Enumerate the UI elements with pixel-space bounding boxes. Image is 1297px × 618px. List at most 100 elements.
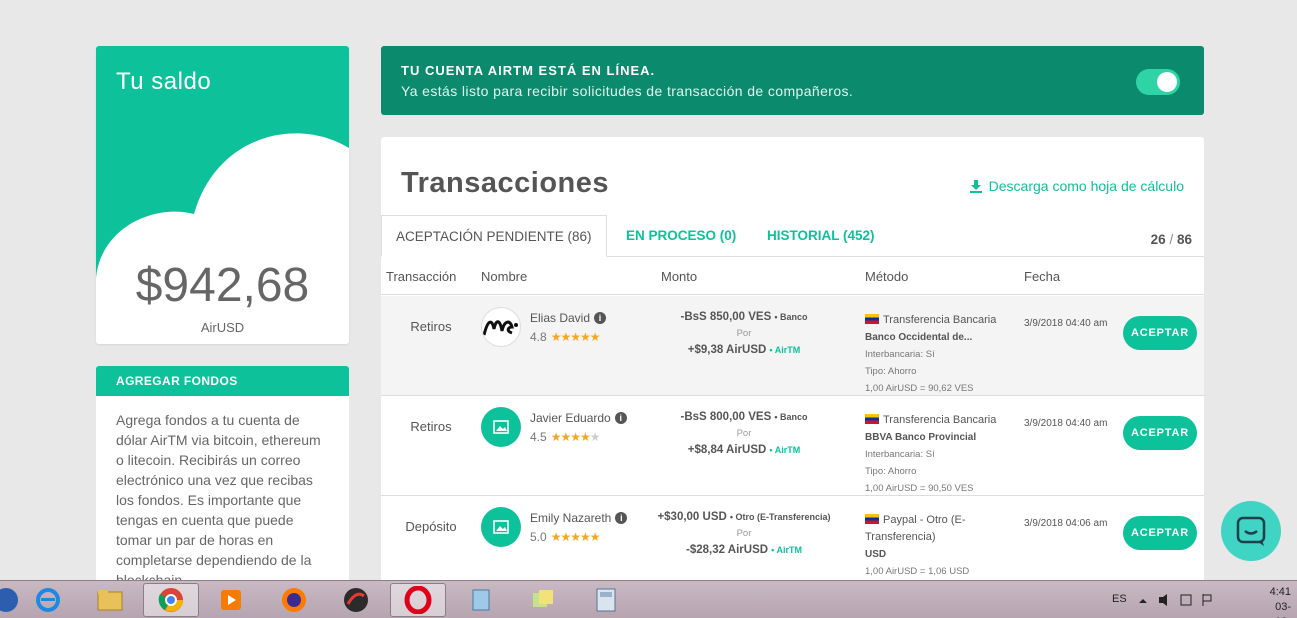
taskbar-firefox[interactable]	[266, 583, 322, 617]
folder-icon	[97, 590, 123, 611]
method-rate: 1,00 AirUSD = 90,50 VES	[865, 483, 974, 494]
method-rate: 1,00 AirUSD = 1,06 USD	[865, 566, 970, 577]
status-title: TU CUENTA AIRTM ESTÁ EN LÍNEA.	[401, 63, 656, 78]
venezuela-flag-icon	[865, 314, 879, 324]
clock-time: 4:41	[1269, 586, 1291, 598]
windows-taskbar: ES 4:41 03-09-18	[0, 580, 1297, 618]
col-name: Nombre	[481, 269, 528, 284]
taskbar-calculator[interactable]	[578, 583, 634, 617]
calculator-icon	[596, 588, 616, 612]
opera-icon	[404, 586, 432, 614]
taskbar-app-red[interactable]	[328, 583, 384, 617]
clock-date: 03-09-18	[1275, 601, 1291, 618]
amount-main-via: • Otro (E-Transferencia)	[729, 512, 831, 522]
online-toggle[interactable]	[1136, 69, 1180, 95]
balance-currency: AirUSD	[200, 320, 245, 335]
internet-explorer-icon	[36, 588, 60, 612]
tab-pending[interactable]: ACEPTACIÓN PENDIENTE (86)	[381, 215, 607, 257]
method-bank: Banco Occidental de...	[865, 332, 973, 343]
method-interbank: Interbancaria: Sí	[865, 349, 935, 360]
taskbar-chrome[interactable]	[143, 583, 199, 617]
tray-arrow-icon[interactable]	[1137, 593, 1237, 607]
rating-value: 4.5	[530, 430, 547, 444]
transaction-type: Retiros	[410, 419, 452, 434]
col-transaction: Transacción	[386, 269, 457, 284]
info-icon[interactable]: i	[615, 512, 628, 524]
avatar	[481, 507, 521, 547]
taskbar-opera[interactable]	[390, 583, 446, 617]
method-name: Transferencia Bancaria	[883, 314, 997, 326]
transaction-type: Retiros	[410, 319, 452, 334]
method-cell: Paypal - Otro (E-Transferencia) USD 1,00…	[865, 512, 1015, 580]
venezuela-flag-icon	[865, 414, 879, 424]
info-icon[interactable]: i	[614, 412, 627, 424]
user-name[interactable]: Javier Eduardo i	[530, 411, 627, 425]
method-rate: 1,00 AirUSD = 90,62 VES	[865, 383, 974, 394]
balance-title: Tu saldo	[116, 68, 212, 95]
user-name[interactable]: Emily Nazareth i	[530, 511, 628, 525]
app-icon	[344, 588, 368, 612]
status-subtitle: Ya estás listo para recibir solicitudes …	[401, 83, 854, 99]
sticky-notes-icon	[533, 590, 553, 607]
taskbar-media-player[interactable]	[203, 583, 259, 617]
page-current: 26	[1150, 232, 1166, 247]
transactions-title: Transacciones	[401, 167, 609, 199]
chat-button[interactable]	[1221, 501, 1281, 561]
amount-main: -BsS 800,00 VES	[680, 411, 772, 423]
tab-in-process[interactable]: EN PROCESO (0)	[626, 215, 736, 257]
page-counter: 26 / 86	[1151, 232, 1192, 247]
col-method: Método	[865, 269, 909, 284]
accept-button[interactable]: ACEPTAR	[1123, 516, 1197, 550]
taskbar-ie[interactable]	[20, 583, 76, 617]
rating-value: 5.0	[530, 530, 547, 544]
amount-cell: +$30,00 USD • Otro (E-Transferencia) Por…	[639, 509, 849, 558]
media-player-icon	[221, 590, 241, 610]
download-icon	[969, 180, 982, 193]
avatar	[481, 307, 521, 347]
page-separator: /	[1169, 232, 1174, 247]
accept-button[interactable]: ACEPTAR	[1123, 416, 1197, 450]
amount-por: Por	[736, 328, 752, 339]
taskbar-sticky-notes[interactable]	[515, 583, 571, 617]
transaction-type: Depósito	[405, 519, 457, 534]
method-cell: Transferencia Bancaria Banco Occidental …	[865, 312, 1015, 397]
taskbar-explorer[interactable]	[82, 583, 138, 617]
user-name[interactable]: Elias David i	[530, 311, 607, 325]
amount-sub: +$9,38 AirUSD	[687, 344, 767, 356]
account-status-banner: TU CUENTA AIRTM ESTÁ EN LÍNEA. Ya estás …	[381, 46, 1204, 115]
transaction-date: 3/9/2018 04:40 am	[1024, 318, 1108, 329]
method-interbank: Interbancaria: Sí	[865, 449, 935, 460]
user-name-text: Javier Eduardo	[530, 411, 611, 425]
windows-orb-icon	[0, 588, 18, 612]
taskbar-notepad[interactable]	[453, 583, 509, 617]
amount-sub-via: • AirTM	[769, 345, 801, 355]
amount-cell: -BsS 800,00 VES • Banco Por +$8,84 AirUS…	[639, 409, 849, 458]
amount-por: Por	[736, 428, 752, 439]
col-date: Fecha	[1024, 269, 1061, 284]
table-row: Retiros Elias David i 4.8 ★★★★★ -BsS 850,…	[381, 296, 1204, 396]
download-spreadsheet-link[interactable]: Descarga como hoja de cálculo	[969, 178, 1184, 194]
amount-main-via: • Banco	[774, 412, 808, 422]
user-rating: 4.5 ★★★★★	[530, 430, 600, 444]
amount-cell: -BsS 850,00 VES • Banco Por +$9,38 AirUS…	[639, 309, 849, 358]
tab-history[interactable]: HISTORIAL (452)	[767, 215, 875, 257]
transactions-panel: Transacciones Descarga como hoja de cálc…	[381, 137, 1204, 597]
info-icon[interactable]: i	[594, 312, 607, 324]
col-amount: Monto	[661, 269, 698, 284]
chrome-icon	[158, 588, 183, 612]
method-bank: BBVA Banco Provincial	[865, 432, 977, 443]
balance-card: Tu saldo $942,68 AirUSD	[96, 46, 349, 344]
rating-value: 4.8	[530, 330, 547, 344]
star-rating-icon: ★★★★★	[550, 330, 601, 344]
transaction-date: 3/9/2018 04:40 am	[1024, 418, 1108, 429]
user-name-text: Elias David	[530, 311, 591, 325]
clock[interactable]: 4:41 03-09-18	[1270, 585, 1291, 618]
avatar	[481, 407, 521, 447]
amount-main: +$30,00 USD	[657, 511, 727, 523]
amount-main-via: • Banco	[774, 312, 808, 322]
language-indicator[interactable]: ES	[1112, 593, 1127, 605]
chat-icon	[1236, 516, 1266, 546]
firefox-icon	[282, 588, 306, 612]
accept-button[interactable]: ACEPTAR	[1123, 316, 1197, 350]
amount-sub: -$28,32 AirUSD	[686, 544, 769, 556]
